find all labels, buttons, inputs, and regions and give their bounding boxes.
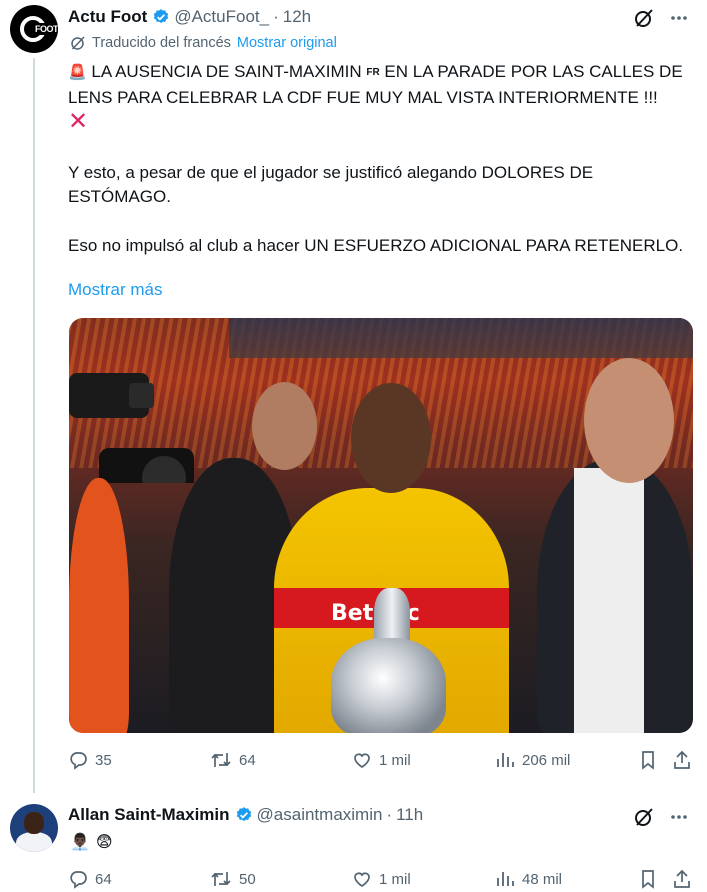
siren-emoji: 🚨: [68, 64, 87, 81]
translate-slash-icon: [71, 36, 85, 50]
like-count: 1 mil: [379, 870, 411, 888]
avatar-logo-text: FOOT: [34, 23, 58, 35]
translation-notice: Traducido del francés Mostrar original: [70, 35, 337, 51]
grok-slash-icon[interactable]: [633, 806, 655, 828]
reply-header: Allan Saint-Maximin @asaintmaximin · 11h: [68, 803, 423, 827]
like-icon: [354, 872, 370, 887]
photo-player-head: [351, 383, 431, 493]
show-original-link[interactable]: Mostrar original: [237, 35, 337, 51]
translated-label: Traducido del francés: [92, 35, 231, 51]
tweet-photo[interactable]: Bet⊙lic: [69, 318, 693, 733]
retweet-count: 64: [239, 751, 256, 769]
reply-action-bar: 64 50 1 mil 48 mil: [68, 869, 693, 892]
reply-icon: [70, 871, 87, 889]
retweet-icon: [211, 753, 231, 767]
reply-icon: [70, 752, 87, 770]
paragraph-1-text-a: LA AUSENCIA DE SAINT-MAXIMIN: [91, 62, 362, 81]
businessman-emoji: 👨🏿‍💼: [70, 834, 90, 851]
like-button[interactable]: 1 mil: [352, 750, 411, 770]
photo-security-head: [252, 382, 317, 470]
reply-button[interactable]: 64: [68, 869, 112, 889]
views-icon: [497, 753, 514, 767]
photo-coach-shirt: [574, 468, 644, 733]
like-icon: [354, 753, 370, 768]
bookmark-icon: [642, 870, 654, 889]
retweet-button[interactable]: 50: [210, 869, 256, 889]
bookmark-button[interactable]: [638, 750, 658, 770]
like-button[interactable]: 1 mil: [352, 869, 411, 889]
show-more-link[interactable]: Mostrar más: [68, 280, 162, 300]
retweet-count: 50: [239, 870, 256, 888]
bookmark-icon: [642, 751, 654, 770]
like-count: 1 mil: [379, 751, 411, 769]
paragraph-2: Y esto, a pesar de que el jugador se jus…: [68, 162, 594, 207]
timestamp[interactable]: 12h: [283, 7, 311, 27]
views-button[interactable]: 206 mil: [495, 750, 570, 770]
share-button[interactable]: [672, 869, 692, 889]
reply-timestamp[interactable]: 11h: [396, 805, 423, 825]
grok-slash-icon[interactable]: [633, 7, 655, 29]
reply-author-handle[interactable]: @asaintmaximin: [257, 805, 383, 825]
more-icon[interactable]: [669, 8, 689, 28]
reply-count: 35: [95, 751, 112, 769]
author-handle[interactable]: @ActuFoot_: [174, 7, 269, 27]
tweet-text: 🚨 LA AUSENCIA DE SAINT-MAXIMIN FR EN LA …: [68, 60, 693, 282]
more-icon[interactable]: [669, 807, 689, 827]
paragraph-1: 🚨 LA AUSENCIA DE SAINT-MAXIMIN FR EN LA …: [68, 60, 693, 137]
share-icon: [674, 869, 690, 888]
photo-person-orange: [69, 478, 129, 733]
photo-stadium-roof: [229, 318, 693, 358]
tweet-top-actions: [633, 7, 689, 29]
reply-author-name[interactable]: Allan Saint-Maximin: [68, 805, 230, 825]
views-icon: [497, 872, 514, 886]
share-button[interactable]: [672, 750, 692, 770]
views-count: 206 mil: [522, 751, 571, 769]
retweet-icon: [211, 872, 231, 886]
author-name[interactable]: Actu Foot: [68, 7, 147, 27]
avatar-head: [24, 812, 44, 834]
retweet-button[interactable]: 64: [210, 750, 256, 770]
flag-fr-emoji: FR: [366, 67, 380, 78]
bookmark-button[interactable]: [638, 869, 658, 889]
tweet-action-bar: 35 64 1 mil 206 mil: [68, 750, 693, 774]
verified-badge-icon: [236, 807, 251, 822]
allan-saint-maximin-avatar[interactable]: [10, 804, 58, 852]
separator-dot: ·: [386, 805, 393, 824]
reply-button[interactable]: 35: [68, 750, 112, 770]
separator-dot: ·: [273, 7, 279, 26]
fearful-face-emoji: 😨: [95, 834, 113, 851]
reply-count: 64: [95, 870, 112, 888]
thread-connector-line: [33, 58, 35, 793]
views-button[interactable]: 48 mil: [495, 869, 562, 889]
avatar-shirt: [16, 832, 52, 852]
paragraph-3: Eso no impulsó al club a hacer UN ESFUER…: [68, 235, 684, 255]
reply-text: 👨🏿‍💼 😨: [70, 832, 113, 852]
photo-coach-head: [584, 358, 674, 483]
actu-foot-avatar[interactable]: FOOT: [10, 5, 58, 53]
views-count: 48 mil: [522, 870, 563, 888]
cross-mark-emoji: ✕: [68, 108, 89, 135]
tweet-header: Actu Foot @ActuFoot_ · 12h: [68, 5, 311, 29]
share-icon: [674, 750, 690, 769]
verified-badge-icon: [154, 9, 169, 24]
photo-trophy: [331, 638, 446, 733]
reply-top-actions: [633, 806, 689, 828]
